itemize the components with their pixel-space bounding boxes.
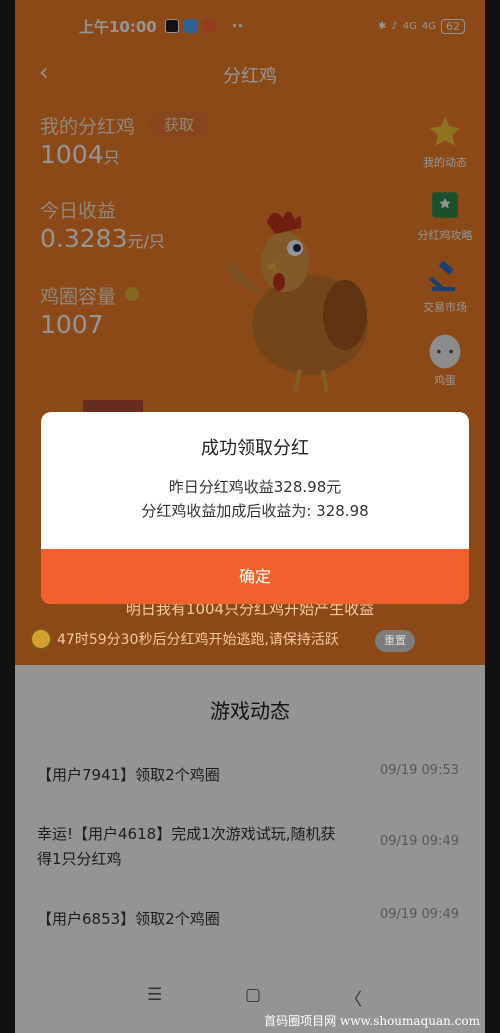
success-dialog: 成功领取分红 昨日分红鸡收益328.98元 分红鸡收益加成后收益为: 328.9…: [41, 412, 469, 604]
menu-icon[interactable]: ☰: [147, 985, 162, 1005]
watermark: 首码圈项目网 www.shoumaquan.com: [264, 1014, 480, 1028]
countdown-row: 47时59分30秒后分红鸡开始逃跑,请保持活跃: [30, 628, 339, 650]
app-screen: 上午10:00 ·· ✱ ♪ 4G 4G 62 ‹ 分红鸡 我的分红鸡 获取 1…: [15, 0, 485, 1033]
reset-button[interactable]: 重置: [375, 630, 415, 652]
dialog-bonus-income: 分红鸡收益加成后收益为: 328.98: [141, 502, 369, 520]
home-icon[interactable]: ▢: [245, 985, 261, 1005]
alarm-clock-icon: [30, 628, 52, 650]
dialog-title: 成功领取分红: [201, 438, 309, 459]
system-nav-bar: ☰ ▢ 〈: [15, 985, 485, 1015]
dialog-yesterday-income: 昨日分红鸡收益328.98元: [168, 478, 342, 496]
countdown-text: 47时59分30秒后分红鸡开始逃跑,请保持活跃: [57, 632, 339, 648]
back-nav-icon[interactable]: 〈: [345, 985, 362, 1010]
confirm-button[interactable]: 确定: [41, 549, 469, 604]
